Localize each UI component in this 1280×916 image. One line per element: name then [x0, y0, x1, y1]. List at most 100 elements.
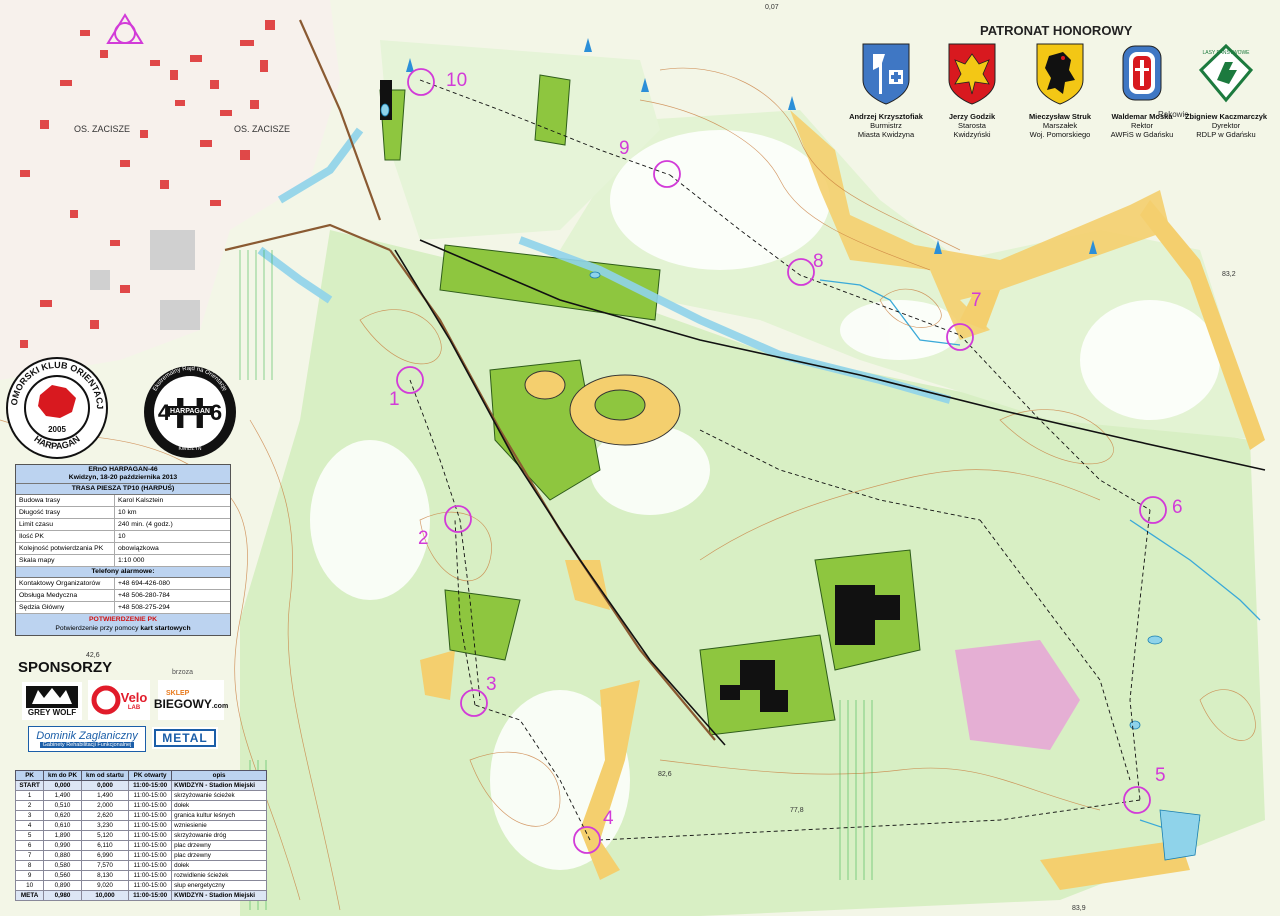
kwidzyn-crest-icon [862, 43, 910, 105]
patron-4-org: AWFiS w Gdańsku [1110, 130, 1174, 139]
label-os-zacisze-1: OS. ZACISZE [74, 124, 130, 134]
label-spot-77-8: 77,8 [790, 807, 804, 814]
control-number-1: 1 [389, 389, 400, 410]
control-number-2: 2 [418, 528, 429, 549]
table-cell: 11:00-15:00 [128, 800, 173, 811]
patron-4-role: Rektor [1130, 121, 1154, 130]
patron-2-role: Starosta [958, 121, 986, 130]
table-cell: dołek [171, 860, 267, 871]
phone-value: +48 506-280-784 [118, 592, 170, 599]
confirm-section: POTWIERDZENIE PK Potwierdzenie przy pomo… [16, 614, 230, 635]
table-row: META 0,980 10,000 11:00-15:00 KWIDZYN - Stad… [14, 890, 267, 901]
table-cell: KWIDZYN - Stadion Miejski [171, 890, 267, 901]
table-cell: 8 [14, 860, 45, 871]
table-cell: 0,880 [43, 850, 82, 861]
table-cell: 9 [14, 870, 45, 881]
table-row: 10 0,890 9,020 11:00-15:00 słup energetyczny [14, 880, 267, 891]
patron-1-role: Burmistrz [870, 121, 902, 130]
event-dates: 18-20.10.2013 [171, 438, 210, 444]
controls-table: PK km do PK km od startu PK otwarty opis… [14, 770, 267, 901]
phones-title: Telefony alarmowe: [16, 567, 230, 578]
table-cell: 1 [14, 790, 45, 801]
velo-circle-icon [91, 685, 121, 715]
patron-1-org: Miasta Kwidzyna [857, 130, 915, 139]
table-cell: wzniesienie [171, 820, 267, 831]
table-cell: 11:00-15:00 [128, 780, 173, 791]
control-number-3: 3 [486, 674, 497, 695]
table-cell: 0,560 [43, 870, 82, 881]
patron-3-role: Marszałek [1042, 121, 1078, 130]
table-cell: plac drzewny [171, 850, 267, 861]
velo-label: Velo LAB [121, 690, 148, 711]
col-header: PK otwarty [128, 770, 173, 781]
table-cell: 0,990 [43, 840, 82, 851]
metal-text: METAL [154, 729, 216, 747]
velo-sub-text: LAB [127, 704, 141, 711]
event-place: KWIDZYN [178, 446, 201, 452]
table-row: START 0,000 0,000 11:00-15:00 KWIDZYN - Stad… [14, 780, 267, 791]
label-spot-83-9: 83,9 [1072, 905, 1086, 912]
col-header: PK [14, 770, 45, 781]
control-number-9: 9 [619, 138, 630, 159]
confirm-text-b: kart startowych [140, 625, 191, 632]
info-value: 10 [118, 533, 126, 540]
table-cell: słup energetyczny [171, 880, 267, 891]
info-value: 10 km [118, 509, 137, 516]
table-cell: 1,890 [43, 830, 82, 841]
info-row: Budowa trasy Karol Kalsztein [16, 495, 230, 507]
table-cell: 5 [14, 830, 45, 841]
table-cell: 0,890 [43, 880, 82, 891]
info-panel: ERnO HARPAGAN-46 Kwidzyn, 18-20 paździer… [15, 464, 231, 636]
event-banner: HARPAGAN [170, 408, 210, 415]
label-spot-82-6: 82,6 [658, 771, 672, 778]
label-brzoza: brzoza [172, 669, 193, 676]
table-row: 2 0,510 2,000 11:00-15:00 dołek [14, 800, 267, 811]
info-header: ERnO HARPAGAN-46 Kwidzyn, 18-20 paździer… [16, 465, 230, 484]
table-cell: 3 [14, 810, 45, 821]
table-cell: granica kultur leśnych [171, 810, 267, 821]
phone-label: Sędzia Główny [16, 602, 115, 613]
sponsor-sklep-biegowy: SKLEP BIEGOWY.com [154, 680, 228, 720]
table-cell: 11:00-15:00 [128, 840, 173, 851]
pomorskie-griffin-icon [1036, 43, 1084, 105]
info-label: Długość trasy [16, 507, 115, 518]
info-event: ERnO HARPAGAN-46 [88, 466, 158, 473]
info-value: 240 min. (4 godz.) [118, 521, 173, 528]
table-row: 7 0,880 6,990 11:00-15:00 plac drzewny [14, 850, 267, 861]
info-row: Kolejność potwierdzania PK obowiązkowa [16, 543, 230, 555]
table-cell: 10 [14, 880, 45, 891]
velo-text: Velo [120, 689, 148, 705]
table-row: 8 0,580 7,570 11:00-15:00 dołek [14, 860, 267, 871]
table-cell: KWIDZYN - Stadion Miejski [171, 780, 267, 791]
phone-row: Kontaktowy Organizatorów +48 694-426-080 [16, 578, 230, 590]
table-cell: 11:00-15:00 [128, 870, 173, 881]
confirm-text: Potwierdzenie przy pomocy kart startowyc… [16, 624, 230, 633]
phone-value: +48 694-426-080 [118, 580, 170, 587]
control-number-4: 4 [603, 808, 614, 829]
patron-5: LASY PAŃSTWOWE Zbigniew Kaczmarczyk Dyre… [1170, 42, 1280, 139]
info-row: Długość trasy 10 km [16, 507, 230, 519]
table-cell: plac drzewny [171, 840, 267, 851]
table-cell: 2 [14, 800, 45, 811]
info-dates: Kwidzyn, 18-20 października 2013 [68, 474, 178, 481]
info-value: Karol Kalsztein [118, 497, 164, 504]
patron-5-name: Zbigniew Kaczmarczyk [1184, 112, 1268, 121]
dominik-sub-text: Gabinety Rehabilitacji Funkcjonalnej [39, 742, 135, 748]
table-cell: 1,490 [43, 790, 82, 801]
table-cell: 11:00-15:00 [128, 880, 173, 891]
table-cell: 7 [14, 850, 45, 861]
table-cell: 0,610 [43, 820, 82, 831]
col-header: opis [171, 770, 267, 781]
patron-5-org: RDLP w Gdańsku [1196, 130, 1256, 139]
sponsor-metal: METAL [152, 727, 218, 749]
col-header: km od startu [80, 770, 130, 781]
lasy-panstwowe-icon: LASY PAŃSTWOWE [1198, 43, 1254, 103]
control-number-6: 6 [1172, 497, 1183, 518]
control-number-8: 8 [813, 251, 824, 272]
table-cell: 11:00-15:00 [128, 810, 173, 821]
table-cell: META [14, 890, 45, 901]
sklep-main-text: BIEGOWY [153, 696, 212, 711]
table-cell: 1,490 [80, 790, 130, 801]
label-spot-42-6: 42,6 [86, 652, 100, 659]
sponsor-dominik: Dominik Zaglaniczny Gabinety Rehabilitac… [28, 726, 146, 752]
